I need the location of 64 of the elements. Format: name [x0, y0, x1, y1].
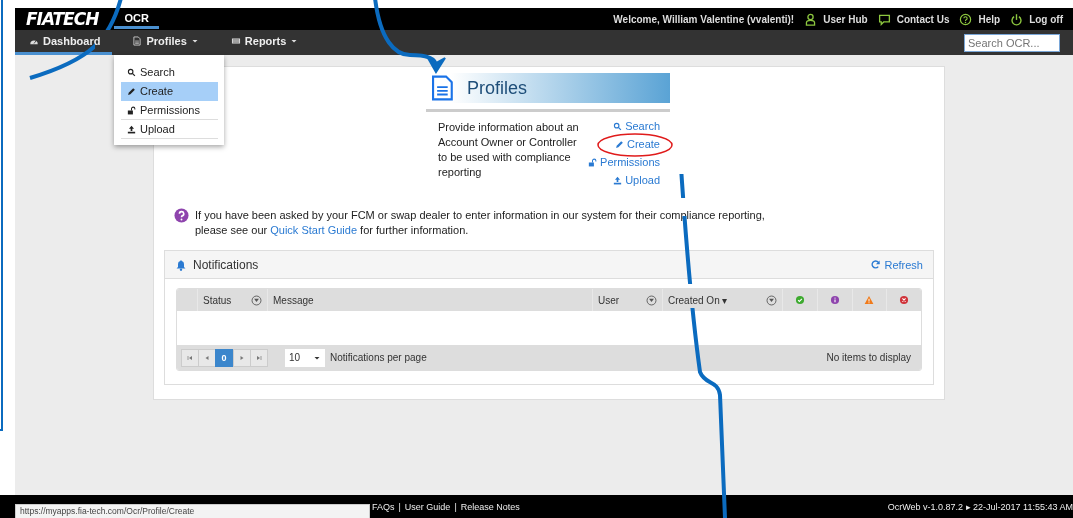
- top-link[interactable]: Contact Us: [877, 12, 950, 26]
- first-page-icon: [186, 353, 194, 362]
- separator-text: |: [454, 501, 457, 512]
- menu-item[interactable]: Search: [121, 63, 218, 82]
- warning-icon[interactable]: [864, 295, 875, 305]
- action-link[interactable]: Create: [614, 138, 660, 150]
- search-icon: [127, 67, 136, 77]
- last-page-icon: [255, 353, 263, 362]
- menu-item[interactable]: Permissions: [121, 101, 218, 120]
- help-icon: [174, 208, 189, 223]
- action-link[interactable]: Permissions: [588, 156, 660, 168]
- top-link[interactable]: User Hub: [804, 12, 868, 26]
- previous-page-button[interactable]: [198, 348, 216, 367]
- pencil-icon: [127, 86, 136, 96]
- menu-item[interactable]: Upload: [121, 120, 218, 139]
- document-icon: [132, 36, 143, 46]
- search-field[interactable]: Search OCR...: [964, 33, 1060, 52]
- panel-title: Notifications: [193, 257, 260, 272]
- filter-icon[interactable]: [646, 294, 657, 306]
- footer-link[interactable]: User Guide: [404, 501, 451, 512]
- menu-item[interactable]: Create: [121, 82, 218, 101]
- nav-item[interactable]: Profiles: [118, 30, 211, 55]
- check-circle-icon[interactable]: [794, 295, 805, 305]
- version-text: OcrWeb v-1.0.87.2 ▸ 22-Jul-2017 11:55:43 AM: [887, 501, 1073, 512]
- help-icon: [959, 12, 973, 26]
- search-icon: [613, 121, 623, 131]
- welcome-text: Welcome, William Valentine (vvalenti)!: [613, 13, 795, 25]
- description-text: Provide information about an Account Owner or Controller to be used with compliance reporting: [438, 120, 580, 180]
- info-icon[interactable]: [829, 295, 840, 305]
- top-link[interactable]: Log off: [1010, 12, 1063, 26]
- footer-link[interactable]: FAQs: [372, 501, 395, 512]
- refresh-icon: [870, 259, 882, 270]
- unlocked-padlock-icon: [588, 157, 598, 167]
- empty-message: No items to display: [826, 352, 911, 363]
- unlocked-padlock-icon: [127, 105, 136, 115]
- power-icon: [1010, 12, 1024, 26]
- page-title: Profiles: [467, 77, 528, 99]
- previous-page-icon: [203, 353, 211, 362]
- per-page-label: Notifications per page: [330, 352, 428, 363]
- list-icon: [230, 36, 241, 46]
- nav-item[interactable]: Reports: [216, 30, 311, 55]
- action-link[interactable]: Upload: [613, 174, 660, 186]
- status-url: https://myapps.fia-tech.com/Ocr/Profile/Create: [15, 504, 370, 518]
- filter-icon[interactable]: [251, 294, 262, 306]
- document-icon: [429, 75, 455, 101]
- next-page-button[interactable]: [233, 348, 251, 367]
- bell-icon: [175, 258, 187, 271]
- guide-link[interactable]: Quick Start Guide: [270, 224, 358, 236]
- refresh-link[interactable]: Refresh: [870, 258, 923, 271]
- page-size-dropdown[interactable]: 10: [285, 348, 325, 367]
- footer-link[interactable]: Release Notes: [460, 501, 520, 512]
- top-link[interactable]: Help: [959, 12, 1001, 26]
- speech-bubble-icon: [877, 12, 891, 26]
- action-link[interactable]: Search: [613, 120, 660, 132]
- upload-icon: [613, 175, 623, 185]
- filter-icon[interactable]: [766, 294, 777, 306]
- notice-text: If you have been asked by your FCM or swap dealer to enter information in our system for their compliance reporting, please see our Quick Start Guide for further information.: [195, 208, 765, 238]
- close-circle-icon[interactable]: [899, 295, 910, 305]
- user-icon: [804, 12, 818, 26]
- logo[interactable]: FIATECH: [25, 9, 103, 29]
- pencil-icon: [614, 139, 624, 149]
- page-number[interactable]: 0: [215, 348, 233, 367]
- separator-text: |: [398, 501, 401, 512]
- upload-icon: [127, 124, 136, 134]
